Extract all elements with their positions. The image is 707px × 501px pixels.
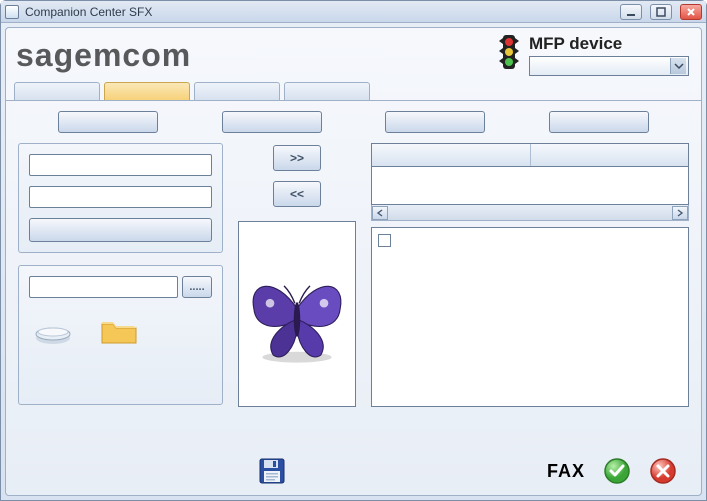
tab-1[interactable] xyxy=(14,82,100,100)
tabs xyxy=(6,76,701,101)
tab-2[interactable] xyxy=(104,82,190,100)
left-panel-1 xyxy=(18,143,223,253)
move-left-button[interactable]: << xyxy=(273,181,321,207)
minimize-button[interactable] xyxy=(620,4,642,20)
client-area: sagemcom MFP device xyxy=(5,27,702,496)
save-button[interactable] xyxy=(258,457,286,485)
toolbar xyxy=(6,101,701,143)
device-select[interactable] xyxy=(529,56,689,76)
titlebar: Companion Center SFX xyxy=(1,1,706,23)
left-column: ..... xyxy=(18,143,223,407)
bottom-bar: FAX xyxy=(20,457,687,485)
left-panel-2: ..... xyxy=(18,265,223,405)
list-body[interactable] xyxy=(371,167,689,205)
toolbar-button-2[interactable] xyxy=(222,111,322,133)
minimize-icon xyxy=(626,7,636,17)
traffic-light-icon xyxy=(497,35,521,75)
checkbox-1[interactable] xyxy=(378,234,391,247)
list-column-1[interactable] xyxy=(372,144,531,166)
app-window: Companion Center SFX sagemcom M xyxy=(0,0,707,501)
brand-logo: sagemcom xyxy=(16,37,191,74)
tab-4[interactable] xyxy=(284,82,370,100)
main-area: ..... >> xyxy=(6,143,701,407)
tab-3[interactable] xyxy=(194,82,280,100)
close-button[interactable] xyxy=(680,4,702,20)
maximize-button[interactable] xyxy=(650,4,672,20)
fax-label: FAX xyxy=(547,461,585,482)
right-column xyxy=(371,143,689,407)
device-label: MFP device xyxy=(529,34,689,54)
cancel-button[interactable] xyxy=(649,457,677,485)
top-bar: sagemcom MFP device xyxy=(6,28,701,76)
middle-column: >> << xyxy=(237,143,357,407)
app-icon xyxy=(5,5,19,19)
scroll-right-icon[interactable] xyxy=(672,206,688,220)
path-input[interactable] xyxy=(29,276,178,298)
chevron-down-icon xyxy=(670,58,686,74)
browse-button[interactable]: ..... xyxy=(182,276,212,298)
list-column-2[interactable] xyxy=(531,144,689,166)
toolbar-button-3[interactable] xyxy=(385,111,485,133)
toolbar-button-4[interactable] xyxy=(549,111,649,133)
checkbox-panel xyxy=(371,227,689,407)
preview-panel xyxy=(238,221,356,407)
list-header xyxy=(371,143,689,167)
left-panel-action-button[interactable] xyxy=(29,218,212,242)
folder-icon[interactable] xyxy=(99,316,139,346)
move-right-button[interactable]: >> xyxy=(273,145,321,171)
scanner-icon[interactable] xyxy=(33,316,73,346)
scroll-left-icon[interactable] xyxy=(372,206,388,220)
horizontal-scrollbar[interactable] xyxy=(371,205,689,221)
ok-button[interactable] xyxy=(603,457,631,485)
close-icon xyxy=(686,7,696,17)
device-area: MFP device xyxy=(497,34,689,76)
text-input-2[interactable] xyxy=(29,186,212,208)
text-input-1[interactable] xyxy=(29,154,212,176)
maximize-icon xyxy=(656,7,666,17)
window-title: Companion Center SFX xyxy=(25,5,612,19)
butterfly-image xyxy=(243,260,351,368)
toolbar-button-1[interactable] xyxy=(58,111,158,133)
